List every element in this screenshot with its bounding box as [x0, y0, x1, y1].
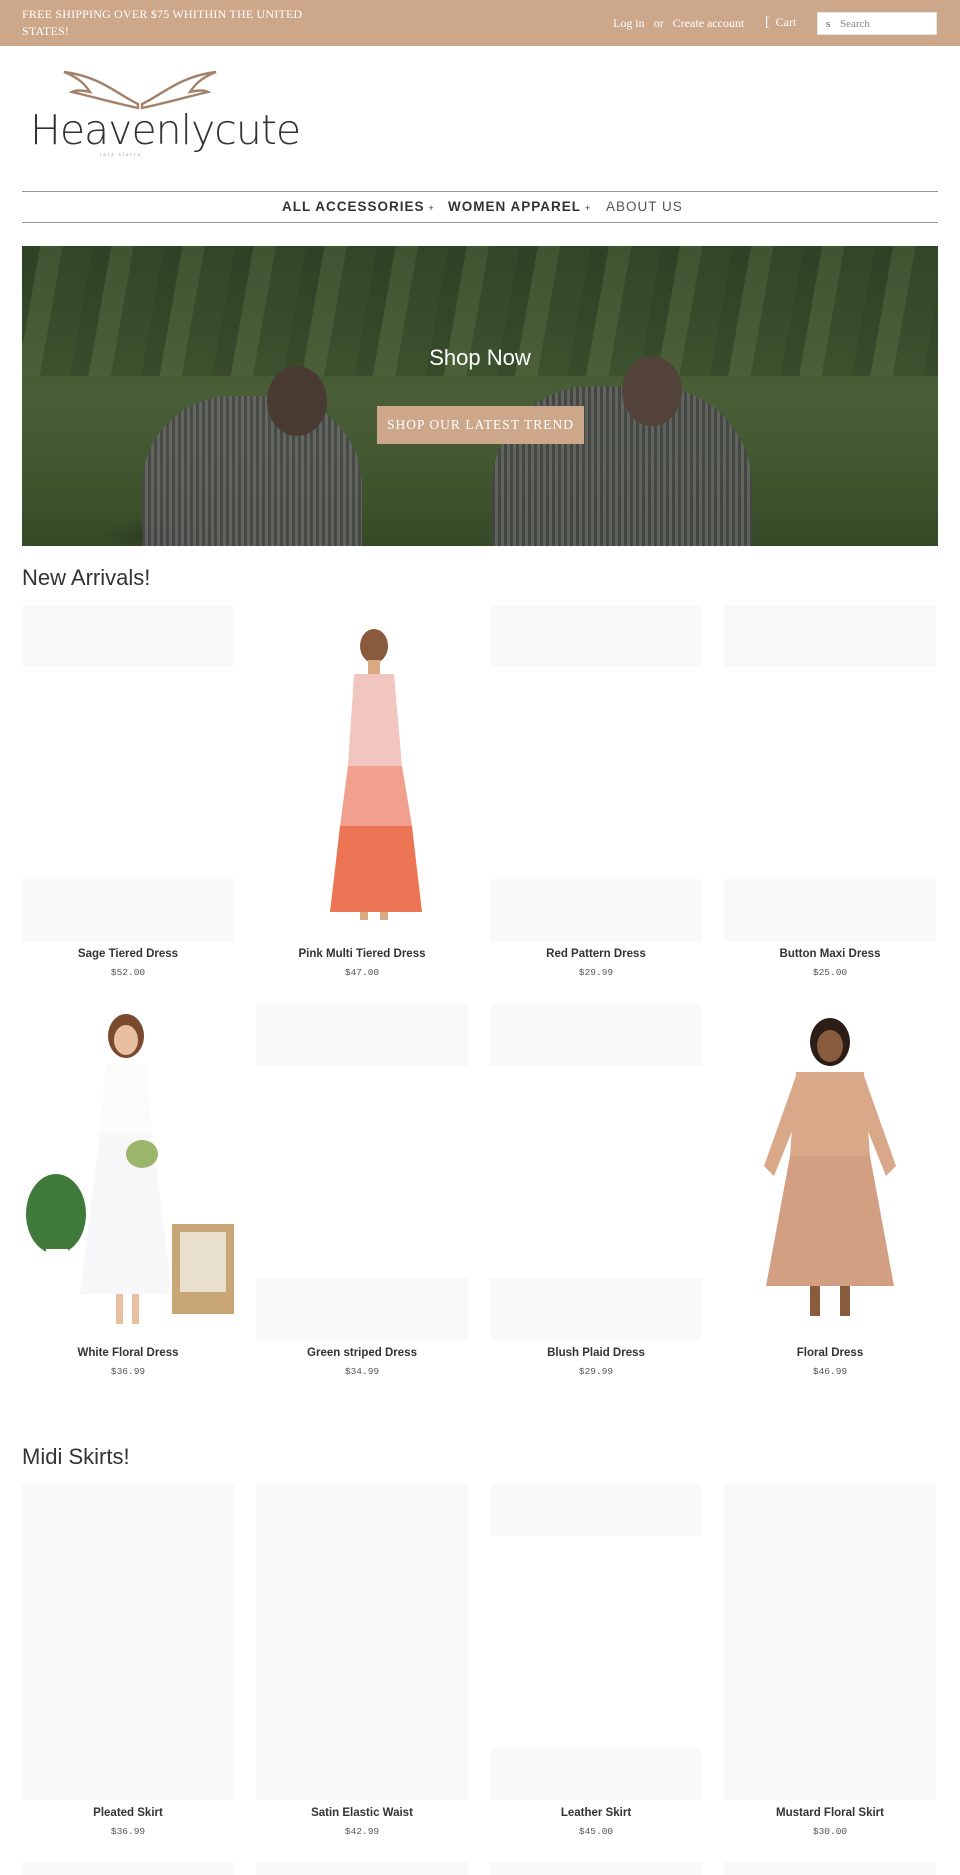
image-placeholder [256, 1862, 468, 1875]
white-floral-dress-photo [26, 1014, 234, 1324]
product-price: $45.00 [578, 1826, 614, 1837]
shipping-message: FREE SHIPPING OVER $75 WHITHIN THE UNITE… [22, 7, 303, 38]
cart-icon: [ [765, 15, 770, 30]
image-placeholder [724, 605, 936, 667]
create-account-link[interactable]: Create account [673, 16, 745, 30]
announcement-bar: FREE SHIPPING OVER $75 WHITHIN THE UNITE… [0, 0, 960, 46]
midi-skirts-title: Midi Skirts! [22, 1444, 130, 1469]
product-price: $42.99 [344, 1826, 380, 1837]
site-logo[interactable]: Heavenlycute lara sierra [30, 66, 301, 166]
image-placeholder [724, 1484, 936, 1800]
product-name: Leather Skirt [560, 1807, 632, 1819]
product-image [256, 1484, 468, 1800]
product-price: $30.00 [812, 1826, 848, 1837]
product-name: White Floral Dress [77, 1347, 179, 1359]
new-arrivals-title: New Arrivals! [22, 565, 151, 590]
product-name: Satin Elastic Waist [311, 1807, 413, 1819]
product-name: Pink Multi Tiered Dress [298, 948, 426, 960]
or-text: or [653, 16, 664, 30]
pink-tiered-dress-photo [330, 629, 422, 925]
nav-all-accessories[interactable]: ALL ACCESSORIES + [282, 199, 435, 214]
product-price: $46.99 [812, 1366, 848, 1377]
image-placeholder [22, 605, 234, 667]
product-price: $36.99 [110, 1826, 146, 1837]
product-name: Floral Dress [796, 1347, 864, 1359]
product-image [22, 605, 234, 941]
image-placeholder [490, 1484, 702, 1536]
product-image [22, 1004, 234, 1340]
image-placeholder [22, 1862, 234, 1875]
shop-latest-trend-button[interactable]: SHOP OUR LATEST TREND [377, 406, 584, 444]
nav-label: ALL ACCESSORIES [282, 199, 425, 214]
product-card-partial[interactable] [490, 1862, 702, 1875]
nav-about-us[interactable]: ABOUT US [606, 199, 683, 214]
product-price: $36.99 [110, 1366, 146, 1377]
cart-label: Cart [775, 15, 797, 29]
product-name: Green striped Dress [307, 1347, 417, 1359]
product-price: $52.00 [110, 967, 146, 978]
search-input[interactable] [840, 16, 932, 32]
main-nav: ALL ACCESSORIES + WOMEN APPAREL + ABOUT US [22, 191, 938, 223]
product-image [22, 1484, 234, 1800]
image-placeholder [490, 879, 702, 941]
product-image [724, 1016, 936, 1330]
product-image [490, 1484, 702, 1800]
image-placeholder [490, 1748, 702, 1800]
product-name: Mustard Floral Skirt [776, 1807, 884, 1819]
product-card-partial[interactable] [22, 1862, 234, 1875]
product-price: $25.00 [812, 967, 848, 978]
login-link[interactable]: Log in [613, 16, 645, 30]
search-icon[interactable]: s [826, 18, 830, 30]
image-placeholder [256, 1004, 468, 1066]
product-image [256, 616, 468, 930]
product-image [724, 1484, 936, 1800]
account-links: Log in or Create account [613, 16, 750, 31]
product-price: $29.99 [578, 1366, 614, 1377]
product-image [490, 605, 702, 941]
product-name: Blush Plaid Dress [547, 1347, 645, 1359]
product-image [256, 1004, 468, 1340]
product-image [490, 1004, 702, 1340]
plus-icon: + [428, 203, 435, 213]
product-card-partial[interactable] [724, 1862, 936, 1875]
product-price: $34.99 [344, 1366, 380, 1377]
product-name: Pleated Skirt [93, 1807, 163, 1819]
image-placeholder [256, 1278, 468, 1340]
product-name: Sage Tiered Dress [77, 948, 179, 960]
nav-women-apparel[interactable]: WOMEN APPAREL + [448, 199, 591, 214]
product-card-partial[interactable] [256, 1862, 468, 1875]
hero-banner: Shop Now SHOP OUR LATEST TREND [22, 246, 938, 546]
cart-link[interactable]: [ Cart [765, 15, 796, 31]
hero-overlay [22, 246, 938, 546]
brand-tagline: lara sierra [100, 153, 142, 158]
image-placeholder [490, 1862, 702, 1875]
product-price: $47.00 [344, 967, 380, 978]
image-placeholder [724, 879, 936, 941]
search-box: s [817, 12, 937, 35]
image-placeholder [490, 605, 702, 667]
floral-dress-photo [764, 1018, 896, 1316]
product-image [724, 605, 936, 941]
plus-icon: + [585, 203, 592, 213]
hero-title: Shop Now [429, 345, 531, 370]
image-placeholder [256, 1484, 468, 1800]
image-placeholder [724, 1862, 936, 1875]
image-placeholder [490, 1004, 702, 1066]
product-price: $29.99 [578, 967, 614, 978]
image-placeholder [490, 1278, 702, 1340]
image-placeholder [22, 1484, 234, 1800]
product-name: Red Pattern Dress [546, 948, 646, 960]
nav-label: WOMEN APPAREL [448, 199, 581, 214]
image-placeholder [22, 879, 234, 941]
product-name: Button Maxi Dress [779, 948, 881, 960]
brand-name: Heavenlycute [30, 106, 301, 154]
